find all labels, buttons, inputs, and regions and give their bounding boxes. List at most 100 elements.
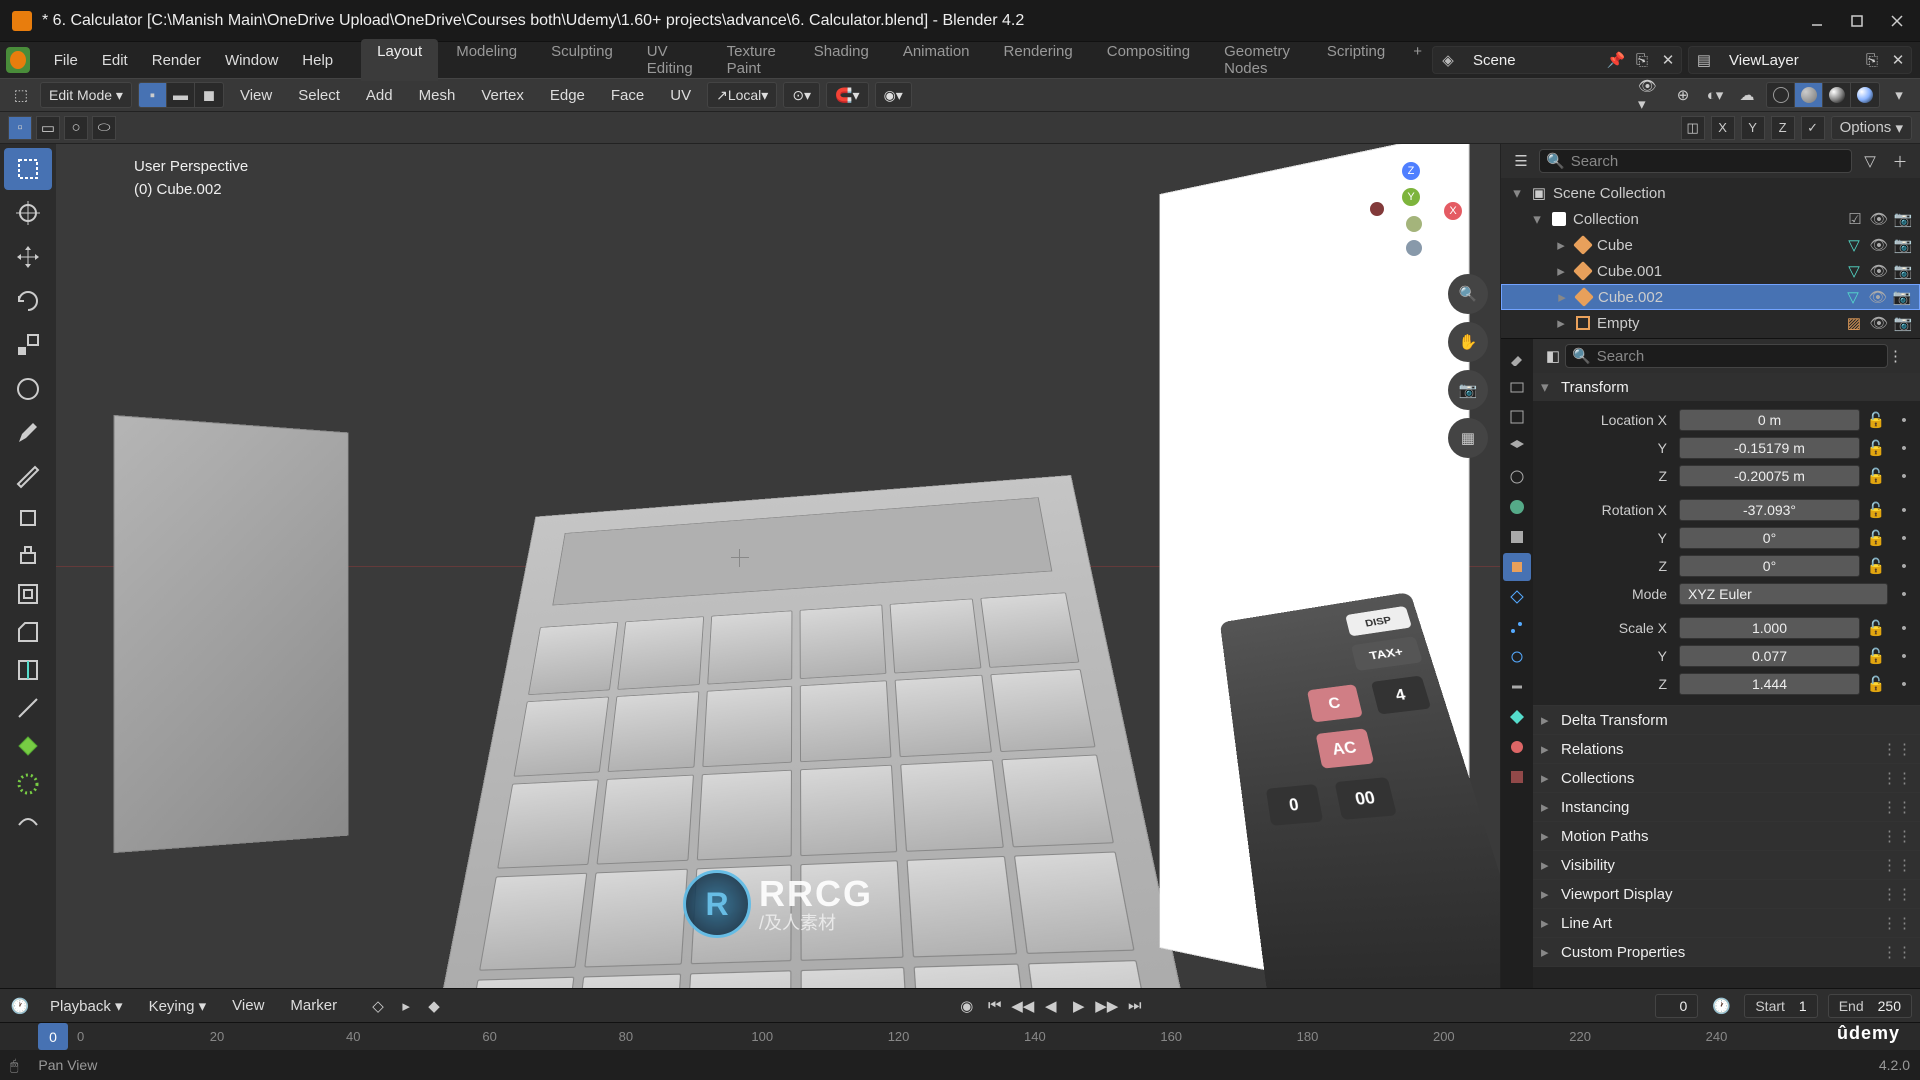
ptab-viewlayer[interactable] [1503,433,1531,461]
maximize-button[interactable] [1846,10,1868,32]
tab-layout[interactable]: Layout [361,39,438,81]
scene-selector[interactable]: ◈ Scene 📌 ⎘ ✕ [1432,46,1682,74]
viewport-3d[interactable]: DISP TAX+ C 4 AC 0 00 User Perspective (… [56,144,1500,988]
outliner-item-cube002[interactable]: ▸ Cube.002 ▽ 👁📷 [1501,284,1920,310]
vertex-select-icon[interactable]: ▪ [139,83,167,107]
ptab-particles[interactable] [1503,613,1531,641]
tool-loopcut[interactable] [4,652,52,688]
section-menu-icon[interactable]: ⋮⋮ [1882,885,1912,903]
face-select-icon[interactable]: ◼ [195,83,223,107]
vp-menu-face[interactable]: Face [601,87,654,104]
tool-inset[interactable] [4,576,52,612]
hide-viewport-icon[interactable]: 👁 [1868,260,1890,282]
gizmo-toggle-icon[interactable]: ⊕ [1670,82,1696,108]
ptab-scene[interactable] [1503,463,1531,491]
tool-transform[interactable] [4,368,52,410]
disable-render-icon[interactable]: 📷 [1891,286,1913,308]
hide-viewport-icon[interactable]: 👁 [1868,312,1890,334]
lock-icon[interactable]: 🔓 [1864,527,1888,549]
lock-icon[interactable]: 🔓 [1864,555,1888,577]
locy-field[interactable]: -0.15179 m [1679,437,1860,459]
mirror-y[interactable]: Y [1741,116,1765,140]
outliner-type-icon[interactable]: ☰ [1509,152,1533,170]
vp-menu-view[interactable]: View [230,87,282,104]
locz-field[interactable]: -0.20075 m [1679,465,1860,487]
shading-material-icon[interactable] [1823,83,1851,107]
gizmo-neg-z[interactable] [1406,240,1422,256]
new-collection-icon[interactable]: ＋ [1888,151,1912,172]
navigation-gizmo[interactable]: Z Y X [1368,162,1464,258]
keying-next-icon[interactable]: ◆ [421,994,447,1018]
outliner-collection[interactable]: ▾ Collection ☑👁📷 [1501,206,1920,232]
mode-dropdown[interactable]: Edit Mode ▾ [40,82,132,108]
hide-viewport-icon[interactable]: 👁 [1868,234,1890,256]
shading-dropdown-icon[interactable]: ▾ [1886,82,1912,108]
lock-icon[interactable]: 🔓 [1864,617,1888,639]
tool-measure[interactable] [4,456,52,498]
vp-menu-vertex[interactable]: Vertex [471,87,534,104]
lock-icon[interactable]: 🔓 [1864,499,1888,521]
blender-logo-icon[interactable] [6,47,30,73]
keyframe-prev-icon[interactable]: ◀◀ [1010,994,1036,1018]
tool-spin[interactable] [4,766,52,802]
section-menu-icon[interactable]: ⋮⋮ [1882,769,1912,787]
editor-type-icon[interactable]: ⬚ [8,82,34,108]
delete-scene-icon[interactable]: ✕ [1655,47,1681,73]
ptab-collection[interactable] [1503,523,1531,551]
tab-animation[interactable]: Animation [887,39,986,81]
ptab-modifiers[interactable] [1503,583,1531,611]
gizmo-z-axis[interactable]: Z [1402,162,1420,180]
orientation-dropdown[interactable]: ↗ Local ▾ [707,82,777,108]
section-head-delta[interactable]: ▸Delta Transform [1533,706,1920,734]
timeline-type-icon[interactable]: 🕐 [8,997,32,1015]
tool-polybuild[interactable] [4,728,52,764]
tool-rotate[interactable] [4,280,52,322]
perspective-button[interactable]: ▦ [1448,418,1488,458]
menu-help[interactable]: Help [290,42,345,78]
keyframe-icon[interactable]: • [1892,555,1916,577]
ptab-physics[interactable] [1503,643,1531,671]
mirror-z[interactable]: Z [1771,116,1795,140]
snap-toggle[interactable]: 🧲▾ [826,82,868,108]
autokey-icon[interactable]: ◇ [365,994,391,1018]
section-head-motion[interactable]: ▸Motion Paths⋮⋮ [1533,822,1920,850]
record-icon[interactable]: ◉ [954,994,980,1018]
section-head-viewport[interactable]: ▸Viewport Display⋮⋮ [1533,880,1920,908]
pin-scene-icon[interactable]: 📌 [1603,47,1629,73]
xray-toggle-icon[interactable]: ☁ [1734,82,1760,108]
section-head-visibility[interactable]: ▸Visibility⋮⋮ [1533,851,1920,879]
ptab-constraints[interactable] [1503,673,1531,701]
keyframe-icon[interactable]: • [1892,465,1916,487]
tool-extrude[interactable] [4,538,52,574]
timeline-track[interactable]: 0 0 20 40 60 80 100 120 140 160 180 200 … [0,1022,1920,1050]
lock-icon[interactable]: 🔓 [1864,465,1888,487]
keyframe-icon[interactable]: • [1892,645,1916,667]
ptab-tool[interactable] [1503,343,1531,371]
exclude-toggle-icon[interactable]: ☑ [1844,208,1866,230]
section-menu-icon[interactable]: ⋮⋮ [1882,827,1912,845]
properties-search[interactable]: 🔍 Search [1565,344,1888,368]
tab-geometry-nodes[interactable]: Geometry Nodes [1208,39,1309,81]
tab-modeling[interactable]: Modeling [440,39,533,81]
keyframe-icon[interactable]: • [1892,527,1916,549]
ptab-render[interactable] [1503,373,1531,401]
tl-menu-keying[interactable]: Keying ▾ [141,997,215,1015]
vp-menu-uv[interactable]: UV [660,87,701,104]
disable-render-icon[interactable]: 📷 [1892,208,1914,230]
section-head-relations[interactable]: ▸Relations⋮⋮ [1533,735,1920,763]
close-button[interactable] [1886,10,1908,32]
keyframe-icon[interactable]: • [1892,437,1916,459]
ptab-object[interactable] [1503,553,1531,581]
edge-select-icon[interactable]: ▬ [167,83,195,107]
prop-type-icon[interactable]: ◧ [1541,347,1565,365]
outliner-item-cube[interactable]: ▸ Cube ▽ 👁📷 [1501,232,1920,258]
menu-render[interactable]: Render [140,42,213,78]
preview-range-icon[interactable]: 🕐 [1708,994,1734,1018]
section-head-transform[interactable]: ▾Transform [1533,373,1920,401]
keyframe-icon[interactable]: • [1892,583,1916,605]
play-icon[interactable]: ▶ [1066,994,1092,1018]
jump-end-icon[interactable]: ⏭ [1122,994,1148,1018]
proportional-toggle[interactable]: ◉▾ [875,82,912,108]
add-workspace-button[interactable]: + [1403,39,1432,81]
ptab-material[interactable] [1503,733,1531,761]
